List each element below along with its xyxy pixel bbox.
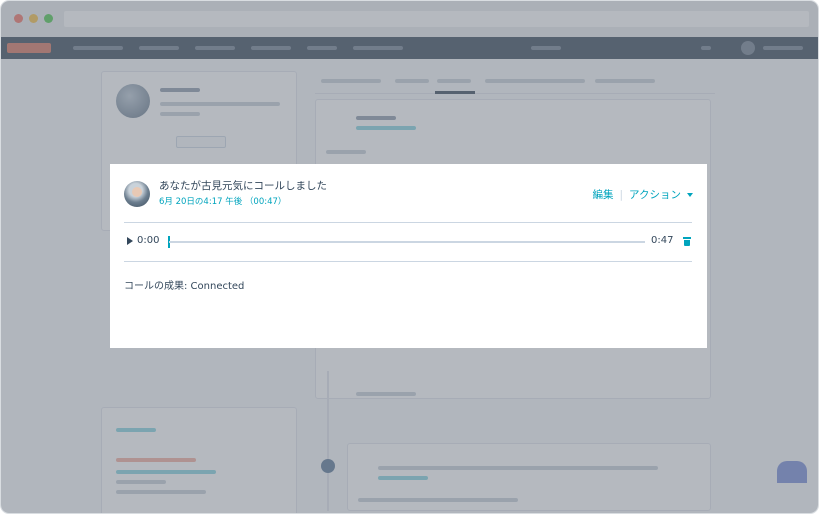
call-recording-player: 0:00 0:47 <box>124 232 692 252</box>
play-icon[interactable] <box>127 237 133 245</box>
call-timestamp[interactable]: 6月 20日の4:17 午後 （00:47） <box>159 195 286 207</box>
modal-header: あなたが古見元気にコールしました 6月 20日の4:17 午後 （00:47） … <box>110 164 707 222</box>
modal-actions: 編集 | アクション <box>592 187 693 202</box>
player-divider <box>124 261 692 262</box>
current-time: 0:00 <box>137 235 160 246</box>
actions-separator: | <box>619 188 624 201</box>
modal-title: あなたが古見元気にコールしました <box>159 180 327 192</box>
header-divider <box>124 222 692 223</box>
chevron-down-icon[interactable] <box>687 192 693 197</box>
call-detail-modal: あなたが古見元気にコールしました 6月 20日の4:17 午後 （00:47） … <box>110 164 707 348</box>
avatar <box>124 181 150 207</box>
edit-button[interactable]: 編集 <box>592 187 613 202</box>
progress-bar[interactable] <box>169 241 645 243</box>
call-outcome: コールの成果: Connected <box>124 281 245 292</box>
trash-icon[interactable] <box>683 237 691 246</box>
actions-dropdown[interactable]: アクション <box>629 187 681 202</box>
duration: 0:47 <box>651 235 674 246</box>
